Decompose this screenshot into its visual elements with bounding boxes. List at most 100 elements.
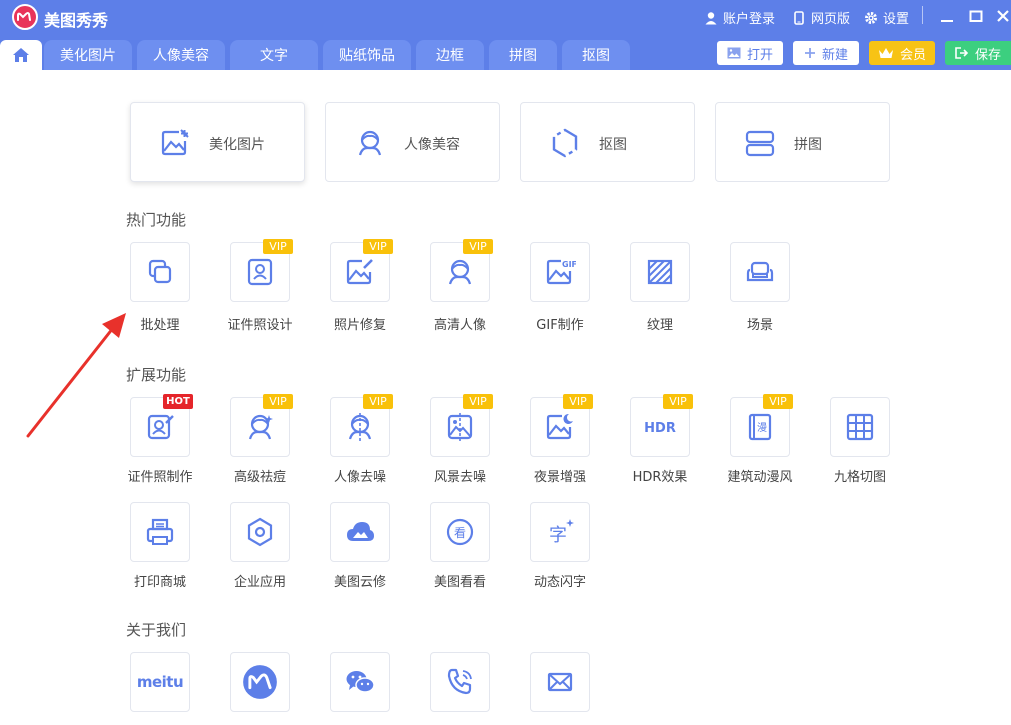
texture-icon	[647, 259, 673, 285]
card-beautify[interactable]: 美化图片	[130, 102, 305, 182]
vip-button[interactable]: 会员	[869, 41, 935, 65]
app-title: 美图秀秀	[44, 11, 109, 30]
manga-icon-text: 漫	[757, 422, 767, 434]
card-collage-label: 拼图	[794, 137, 822, 153]
web-version-button[interactable]: 网页版	[792, 8, 850, 27]
tile-manga[interactable]: 漫 VIP	[730, 394, 793, 457]
night-enhance-icon	[546, 413, 573, 440]
scenery-denoise-icon	[447, 413, 473, 441]
annotation-arrow	[26, 313, 126, 438]
id-make-icon	[147, 414, 174, 440]
sofa-icon	[746, 261, 774, 282]
flash-text-icon-text: 字	[549, 525, 567, 546]
tile-scenery-denoise-label: 风景去噪	[433, 470, 486, 485]
tile-hdr[interactable]: HDR VIP	[630, 394, 693, 457]
tile-gif[interactable]: GIF	[530, 242, 590, 302]
viewer-icon: 看	[446, 518, 474, 546]
photo-repair-icon	[346, 259, 373, 285]
vip-badge: VIP	[463, 239, 493, 254]
tile-id-design[interactable]: VIP	[230, 239, 293, 302]
phone-icon	[794, 10, 804, 25]
tile-night-enhance[interactable]: VIP	[530, 394, 593, 457]
viewer-icon-text: 看	[454, 526, 466, 540]
phone-call-icon	[447, 668, 472, 695]
tab-text[interactable]: 文字	[230, 40, 318, 70]
about-email[interactable]	[530, 652, 590, 712]
card-collage[interactable]: 拼图	[715, 102, 890, 182]
card-beautify-label: 美化图片	[209, 137, 265, 153]
tile-flash-text[interactable]: 字	[530, 502, 590, 562]
tile-hdr-label: HDR效果	[632, 470, 688, 485]
hexagon-cutout-icon	[552, 128, 578, 158]
about-phone[interactable]	[430, 652, 490, 712]
minimize-icon	[941, 20, 953, 22]
about-meitu-app[interactable]	[230, 652, 290, 712]
acne-icon	[248, 414, 273, 440]
tile-enterprise[interactable]	[230, 502, 290, 562]
tab-bar: 美化图片 人像美容 文字 贴纸饰品 边框 拼图 抠图 打开 新建 会员 保存	[0, 34, 1011, 70]
tile-night-enhance-label: 夜景增强	[533, 470, 586, 485]
tab-home[interactable]	[0, 40, 42, 70]
home-icon	[13, 48, 29, 62]
settings-button[interactable]: 设置	[864, 8, 909, 27]
tile-photo-repair[interactable]: VIP	[330, 239, 393, 302]
minimize-button[interactable]	[936, 5, 958, 27]
title-bar: 美图秀秀 账户登录 网页版 设置	[0, 0, 1011, 34]
maximize-icon	[969, 10, 983, 22]
printer-icon	[146, 518, 174, 545]
tile-nine-grid[interactable]	[830, 397, 890, 457]
tile-cloud-retouch-label: 美图云修	[333, 575, 386, 590]
image-icon	[727, 47, 741, 59]
tile-meitu-viewer-label: 美图看看	[433, 575, 486, 590]
tile-meitu-viewer[interactable]: 看	[430, 502, 490, 562]
open-button[interactable]: 打开	[717, 41, 783, 65]
tile-id-make-label: 证件照制作	[127, 470, 193, 485]
section-hot-title: 热门功能	[126, 211, 187, 229]
close-button[interactable]	[992, 5, 1011, 27]
hdr-icon: HDR	[644, 421, 676, 436]
about-wechat[interactable]	[330, 652, 390, 712]
card-cutout-label: 抠图	[599, 137, 627, 153]
vip-label: 会员	[899, 47, 926, 63]
tile-print-shop-label: 打印商城	[133, 575, 186, 590]
new-button[interactable]: 新建	[793, 41, 859, 65]
account-login-label: 账户登录	[723, 12, 776, 27]
tile-cloud-retouch[interactable]	[330, 502, 390, 562]
tile-photo-repair-label: 照片修复	[333, 318, 386, 333]
gif-icon-text: GIF	[562, 260, 576, 269]
tile-scene[interactable]	[730, 242, 790, 302]
vip-badge: VIP	[263, 239, 293, 254]
portrait-icon	[358, 130, 382, 156]
vip-badge: VIP	[563, 394, 593, 409]
hd-portrait-icon	[448, 259, 472, 285]
id-photo-icon	[247, 258, 273, 286]
card-portrait-label: 人像美容	[404, 137, 460, 153]
vip-badge: VIP	[263, 394, 293, 409]
vip-badge: VIP	[463, 394, 493, 409]
card-cutout[interactable]: 抠图	[520, 102, 695, 182]
tab-border[interactable]: 边框	[416, 40, 484, 70]
tile-acne[interactable]: VIP	[230, 394, 293, 457]
tile-scenery-denoise[interactable]: VIP	[430, 394, 493, 457]
tile-print-shop[interactable]	[130, 502, 190, 562]
tile-hd-portrait[interactable]: VIP	[430, 239, 493, 302]
tab-stickers[interactable]: 贴纸饰品	[323, 40, 411, 70]
tile-acne-label: 高级祛痘	[233, 470, 286, 485]
web-version-label: 网页版	[811, 12, 851, 27]
meitu-app-icon	[243, 665, 277, 699]
tile-portrait-denoise[interactable]: VIP	[330, 394, 393, 457]
card-portrait[interactable]: 人像美容	[325, 102, 500, 182]
maximize-button[interactable]	[965, 5, 987, 27]
account-login-button[interactable]: 账户登录	[704, 8, 775, 27]
tile-batch[interactable]	[130, 242, 190, 302]
tile-manga-label: 建筑动漫风	[727, 470, 793, 485]
tab-portrait[interactable]: 人像美容	[137, 40, 225, 70]
save-button[interactable]: 保存	[945, 41, 1011, 65]
tile-id-design-label: 证件照设计	[227, 318, 293, 333]
tab-collage[interactable]: 拼图	[489, 40, 557, 70]
tab-cutout[interactable]: 抠图	[562, 40, 630, 70]
about-meitu-website[interactable]: meitu	[130, 652, 190, 712]
manga-icon: 漫	[748, 413, 772, 441]
tile-texture[interactable]	[630, 242, 690, 302]
tab-beautify[interactable]: 美化图片	[44, 40, 132, 70]
